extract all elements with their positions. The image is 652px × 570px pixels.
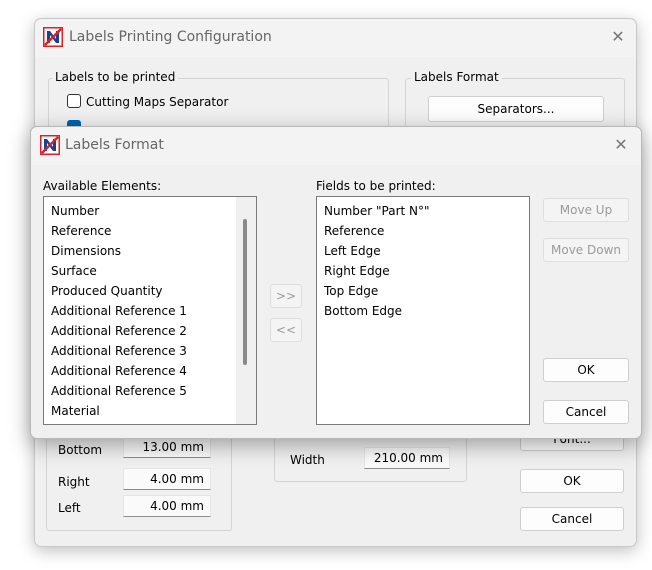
- list-item[interactable]: Right Edge: [317, 261, 529, 281]
- left-margin-label: Left: [58, 501, 81, 515]
- available-list-scrollbar[interactable]: [236, 197, 256, 424]
- remove-field-button[interactable]: <<: [270, 318, 302, 342]
- separators-button[interactable]: Separators...: [428, 96, 604, 122]
- close-icon[interactable]: ✕: [609, 29, 627, 45]
- list-item[interactable]: Left Edge: [317, 241, 529, 261]
- scrollbar-thumb[interactable]: [243, 219, 247, 365]
- list-item[interactable]: Additional Reference 1: [44, 301, 256, 321]
- labels-format-dialog: Labels Format ✕ Available Elements: Numb…: [30, 126, 642, 439]
- labels-format-group-title: Labels Format: [411, 70, 502, 84]
- cutting-maps-separator-label: Cutting Maps Separator: [86, 95, 229, 109]
- list-item[interactable]: Additional Reference 2: [44, 321, 256, 341]
- list-item[interactable]: Number "Part N°": [317, 201, 529, 221]
- available-elements-list[interactable]: Number Reference Dimensions Surface Produced…: [43, 196, 257, 425]
- width-label: Width: [290, 453, 325, 467]
- move-down-button[interactable]: Move Down: [543, 238, 629, 262]
- dialog-title: Labels Format: [65, 137, 164, 153]
- add-field-button[interactable]: >>: [270, 284, 302, 308]
- dialog-ok-button[interactable]: OK: [543, 358, 629, 382]
- window-title: Labels Printing Configuration: [69, 29, 272, 45]
- list-item[interactable]: Additional Reference 4: [44, 361, 256, 381]
- close-icon[interactable]: ✕: [612, 137, 630, 153]
- list-item[interactable]: Edge banding: [44, 421, 256, 424]
- list-item[interactable]: Dimensions: [44, 241, 256, 261]
- fields-to-be-printed-label: Fields to be printed:: [316, 179, 436, 193]
- list-item[interactable]: Additional Reference 3: [44, 341, 256, 361]
- list-item[interactable]: Produced Quantity: [44, 281, 256, 301]
- dialog-cancel-button[interactable]: Cancel: [543, 400, 629, 424]
- available-elements-label: Available Elements:: [43, 179, 162, 193]
- bottom-margin-label: Bottom: [58, 443, 103, 457]
- app-logo-icon: [40, 135, 60, 155]
- list-item[interactable]: Bottom Edge: [317, 301, 529, 321]
- cutting-maps-separator-checkbox[interactable]: [67, 94, 81, 108]
- move-up-button[interactable]: Move Up: [543, 198, 629, 222]
- list-item[interactable]: Reference: [317, 221, 529, 241]
- app-logo-icon: [43, 27, 63, 47]
- cancel-button[interactable]: Cancel: [520, 507, 624, 531]
- list-item[interactable]: Top Edge: [317, 281, 529, 301]
- right-margin-label: Right: [58, 475, 90, 489]
- list-item[interactable]: Reference: [44, 221, 256, 241]
- dialog-title-bar[interactable]: Labels Format ✕: [31, 127, 641, 165]
- fields-to-be-printed-list[interactable]: Number "Part N°" Reference Left Edge Right …: [316, 196, 530, 425]
- list-item[interactable]: Surface: [44, 261, 256, 281]
- list-item[interactable]: Number: [44, 201, 256, 221]
- list-item[interactable]: Material: [44, 401, 256, 421]
- left-margin-field[interactable]: 4.00 mm: [123, 495, 211, 517]
- ok-button[interactable]: OK: [520, 469, 624, 493]
- bottom-margin-field[interactable]: 13.00 mm: [123, 436, 211, 458]
- right-margin-field[interactable]: 4.00 mm: [123, 468, 211, 490]
- labels-to-be-printed-title: Labels to be printed: [52, 70, 179, 84]
- title-bar[interactable]: Labels Printing Configuration ✕: [35, 19, 636, 57]
- list-item[interactable]: Additional Reference 5: [44, 381, 256, 401]
- width-field[interactable]: 210.00 mm: [364, 447, 450, 469]
